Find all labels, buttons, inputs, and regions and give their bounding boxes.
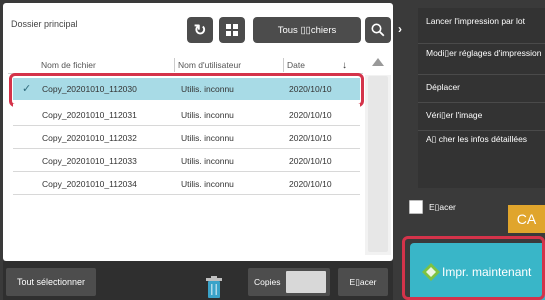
refresh-button[interactable]: ↻	[187, 17, 213, 43]
table-row[interactable]: Copy_20201010_112032 Utilis. inconnu 202…	[13, 127, 360, 149]
print-now-highlight	[402, 236, 545, 300]
view-toggle-button[interactable]	[219, 17, 245, 43]
search-button[interactable]	[365, 17, 391, 43]
cell-filename: Copy_20201010_112031	[42, 110, 137, 120]
scrollbar-thumb[interactable]	[368, 76, 388, 252]
menu-item-print-settings[interactable]: Modi▯er réglages d'impression	[426, 48, 544, 59]
table-row[interactable]: Copy_20201010_112031 Utilis. inconnu 202…	[13, 104, 360, 126]
chevron-right-icon[interactable]: ›	[398, 22, 402, 36]
cell-user: Utilis. inconnu	[181, 133, 234, 143]
column-header-date[interactable]: Date	[287, 60, 305, 70]
sort-descending-icon[interactable]: ↓	[342, 60, 347, 71]
selected-row-highlight	[9, 73, 364, 107]
copies-input[interactable]	[286, 271, 326, 293]
action-menu: Lancer l'impression par lot Modi▯er régl…	[418, 8, 545, 188]
cell-user: Utilis. inconnu	[181, 110, 234, 120]
file-list-panel: Dossier principal ↻ Tous ▯▯chiers Nom de…	[3, 3, 393, 261]
breadcrumb: Dossier principal	[11, 19, 78, 29]
search-icon	[371, 23, 385, 37]
table-row[interactable]: Copy_20201010_112033 Utilis. inconnu 202…	[13, 150, 360, 172]
cell-user: Utilis. inconnu	[181, 156, 234, 166]
column-header-user[interactable]: Nom d'utilisateur	[178, 60, 241, 70]
cell-filename: Copy_20201010_112033	[42, 156, 137, 166]
cell-date: 2020/10/10	[289, 133, 332, 143]
delete-after-checkbox[interactable]	[409, 200, 423, 214]
column-header-filename[interactable]: Nom de fichier	[41, 60, 96, 70]
grid-icon	[226, 24, 238, 36]
clear-all-button[interactable]: CA	[508, 205, 545, 233]
file-filter-button[interactable]: Tous ▯▯chiers	[253, 17, 361, 43]
clear-button[interactable]: E▯acer	[338, 268, 388, 296]
trash-icon[interactable]	[206, 276, 222, 298]
chevron-up-icon	[372, 58, 384, 66]
refresh-icon: ↻	[193, 22, 207, 39]
cell-filename: Copy_20201010_112032	[42, 133, 137, 143]
select-all-button[interactable]: Tout sélectionner	[6, 268, 96, 296]
cell-date: 2020/10/10	[289, 110, 332, 120]
cell-date: 2020/10/10	[289, 156, 332, 166]
cell-date: 2020/10/10	[289, 179, 332, 189]
menu-item-details[interactable]: A▯ cher les infos détaillées	[426, 134, 544, 145]
copies-control: Copies	[248, 268, 330, 296]
column-headers: Nom de fichier Nom d'utilisateur Date ↓	[3, 58, 363, 72]
menu-item-move[interactable]: Déplacer	[426, 82, 544, 93]
menu-item-batch-print[interactable]: Lancer l'impression par lot	[426, 16, 544, 27]
scroll-up-button[interactable]	[365, 52, 391, 72]
cell-user: Utilis. inconnu	[181, 179, 234, 189]
table-row[interactable]: Copy_20201010_112034 Utilis. inconnu 202…	[13, 173, 360, 195]
menu-item-check-image[interactable]: Véri▯er l'image	[426, 110, 544, 121]
cell-filename: Copy_20201010_112034	[42, 179, 137, 189]
copies-label: Copies	[254, 277, 281, 287]
delete-after-label: E▯acer	[429, 202, 456, 212]
